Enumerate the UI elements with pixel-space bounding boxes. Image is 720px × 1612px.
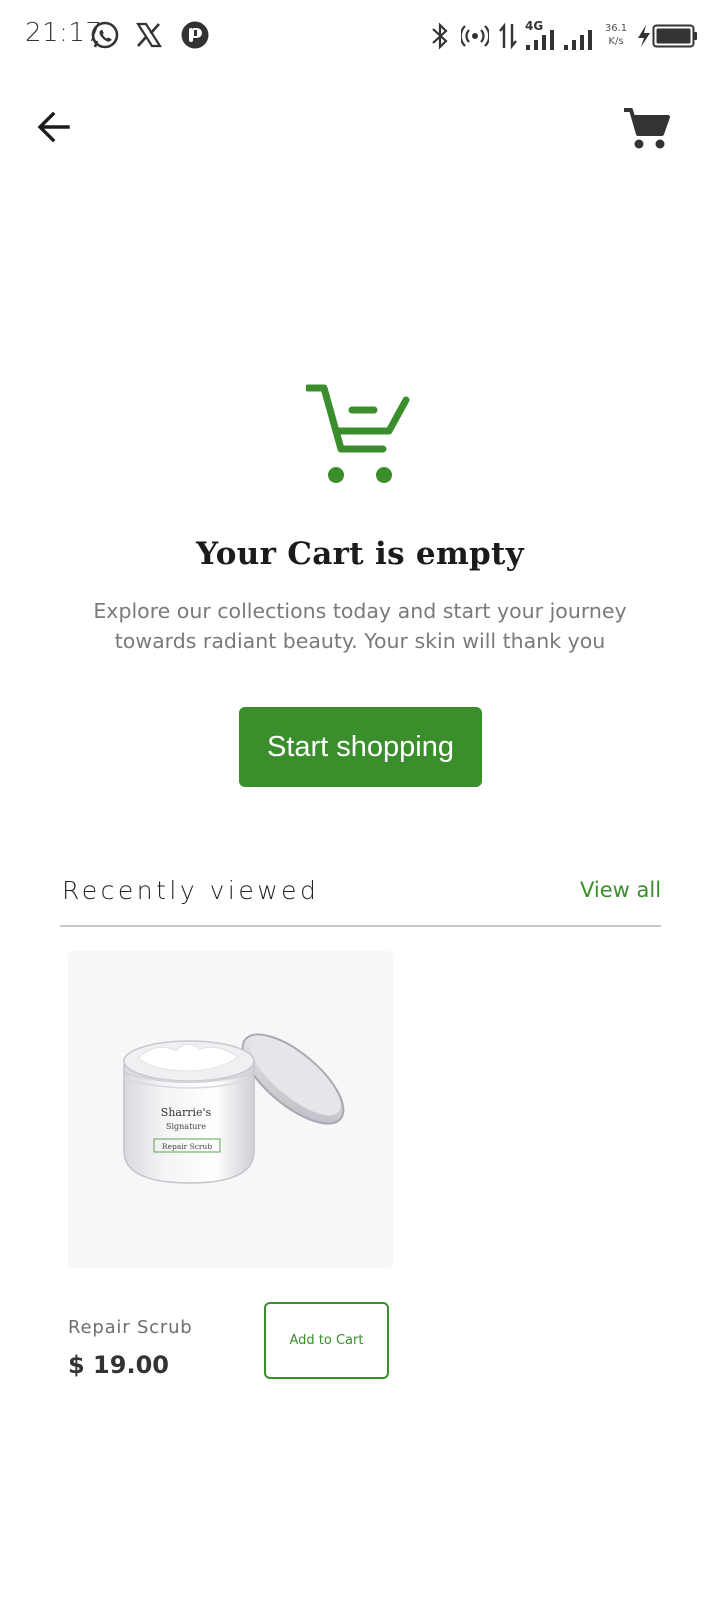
speed-unit: K/s [608,36,624,47]
section-divider [60,925,661,927]
speed-value: 36.1 [604,23,628,34]
back-button[interactable] [30,100,82,152]
cream-jar-image: Sharrie's Signature Repair Scrub [123,1033,345,1184]
pinterest-like-icon [181,21,209,49]
signal-icon-2 [564,30,592,50]
network-speed: 36.1 K/s [601,22,631,48]
empty-cart-title: Your Cart is empty [196,536,524,572]
signal-icon [526,30,554,50]
hotspot-icon [461,25,489,47]
recently-viewed-title: Recently viewed [62,876,320,905]
product-price: $ 19.00 [68,1351,169,1379]
start-shopping-button[interactable]: Start shopping [239,707,482,787]
add-to-cart-button[interactable]: Add to Cart [264,1302,389,1379]
cart-button[interactable] [618,100,674,156]
jar-brand-sub: Signature [166,1122,206,1131]
shopping-cart-icon [624,108,670,149]
empty-cart-icon [306,384,410,483]
arrow-left-icon [37,111,70,143]
empty-cart-description: Explore our collections today and start … [93,599,627,653]
x-icon [135,22,163,48]
battery-icon [652,24,697,48]
product-name: Repair Scrub [68,1317,193,1338]
jar-brand: Sharrie's [161,1106,212,1119]
product-image[interactable]: Sharrie's Signature Repair Scrub [68,951,393,1268]
charging-icon [638,25,650,47]
data-arrows-icon [499,22,517,50]
whatsapp-icon [91,21,119,49]
bluetooth-icon [432,22,448,50]
view-all-link[interactable]: View all [580,878,661,902]
jar-label: Repair Scrub [162,1142,212,1151]
